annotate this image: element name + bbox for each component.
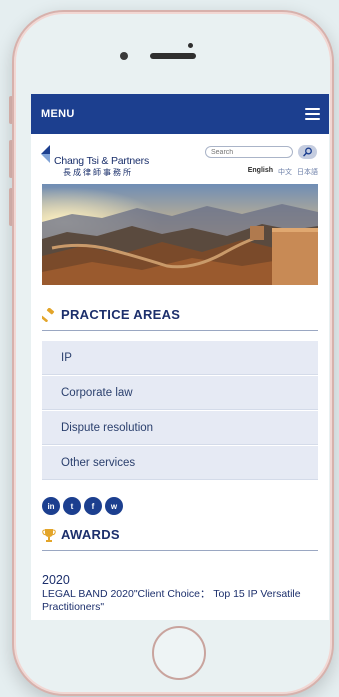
screen: MENU Chang Tsi & Partners 長成律師事務所 Englis… [31,94,329,620]
search-box [205,145,318,160]
wechat-icon[interactable]: w [105,497,123,515]
awards-heading: AWARDS [42,527,318,551]
brand-logo[interactable]: Chang Tsi & Partners 長成律師事務所 [41,145,171,177]
practice-areas-title: PRACTICE AREAS [61,307,181,322]
lang-english[interactable]: English [248,167,273,177]
menu-bar: MENU [31,94,329,134]
twitter-icon[interactable]: t [63,497,81,515]
award-description[interactable]: LEGAL BAND 2020"Client Choice： Top 15 IP… [42,588,318,614]
practice-areas-heading: PRACTICE AREAS [42,307,318,331]
practice-areas-list: IP Corporate law Dispute resolution Othe… [42,341,318,480]
awards-title: AWARDS [61,527,120,542]
brand-name-en: Chang Tsi & Partners [54,155,150,167]
earpiece-speaker [150,53,196,59]
great-wall-banner-image [42,184,318,285]
gavel-icon [42,307,55,322]
practice-area-corporate-law[interactable]: Corporate law [42,376,318,410]
front-camera [120,52,128,60]
lang-japanese[interactable]: 日本語 [297,167,318,177]
trophy-icon [42,528,56,542]
practice-area-dispute-resolution[interactable]: Dispute resolution [42,411,318,445]
proximity-sensor [188,43,193,48]
lang-chinese[interactable]: 中文 [278,167,292,177]
facebook-icon[interactable]: f [84,497,102,515]
award-year: 2020 [42,573,70,587]
home-button[interactable] [152,626,206,680]
site-header: Chang Tsi & Partners 長成律師事務所 English 中文 … [31,134,329,184]
language-switcher: English 中文 日本語 [248,167,318,177]
linkedin-icon[interactable]: in [42,497,60,515]
hamburger-menu-icon[interactable] [305,108,320,120]
menu-label[interactable]: MENU [41,108,75,120]
brand-name-cn: 長成律師事務所 [63,168,133,177]
social-links: in t f w [42,497,318,515]
practice-area-other-services[interactable]: Other services [42,446,318,480]
search-icon [302,147,312,157]
search-input[interactable] [205,146,293,158]
search-button[interactable] [298,145,317,159]
practice-area-ip[interactable]: IP [42,341,318,375]
